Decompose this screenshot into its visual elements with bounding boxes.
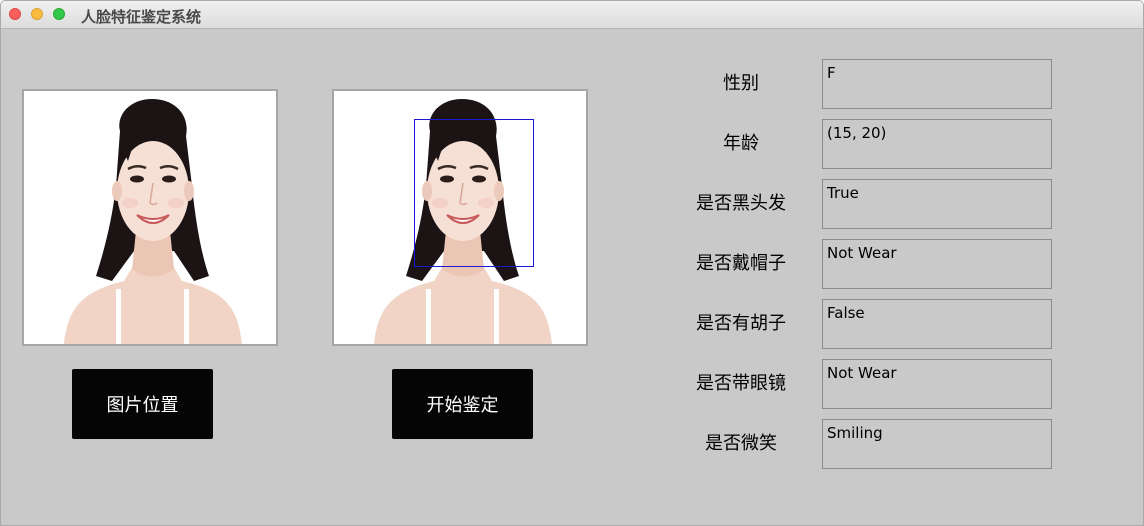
minimize-window-button[interactable]: [31, 8, 43, 20]
window-title: 人脸特征鉴定系统: [81, 8, 202, 26]
glasses-field[interactable]: Not Wear: [822, 359, 1052, 409]
pick-image-button[interactable]: 图片位置: [72, 369, 213, 439]
gender-label: 性别: [723, 73, 759, 94]
close-window-button[interactable]: [9, 8, 21, 20]
glasses-label: 是否带眼镜: [696, 373, 786, 394]
beard-label: 是否有胡子: [696, 313, 786, 334]
beard-field[interactable]: False: [822, 299, 1052, 349]
gender-field[interactable]: F: [822, 59, 1052, 109]
start-detection-button[interactable]: 开始鉴定: [392, 369, 533, 439]
age-field[interactable]: (15, 20): [822, 119, 1052, 169]
title-bar: 人脸特征鉴定系统: [1, 1, 1143, 29]
face-bounding-box: [414, 119, 534, 267]
app-window: 人脸特征鉴定系统 图片位置 开始鉴定 性别 F 年龄 (15, 20) 是否黑头…: [0, 0, 1144, 526]
original-image-panel: [22, 89, 278, 346]
hat-field[interactable]: Not Wear: [822, 239, 1052, 289]
age-label: 年龄: [723, 133, 759, 154]
black-hair-field[interactable]: True: [822, 179, 1052, 229]
detected-image-panel: [332, 89, 588, 346]
portrait-photo-original: [24, 91, 276, 344]
smile-field[interactable]: Smiling: [822, 419, 1052, 469]
hat-label: 是否戴帽子: [696, 253, 786, 274]
zoom-window-button[interactable]: [53, 8, 65, 20]
smile-label: 是否微笑: [705, 433, 777, 454]
black-hair-label: 是否黑头发: [696, 193, 786, 214]
